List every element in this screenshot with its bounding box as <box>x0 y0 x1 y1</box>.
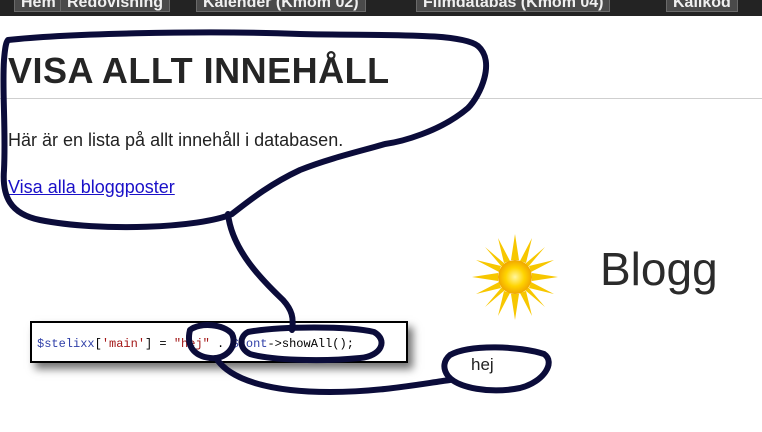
code-string-hej: "hej" <box>173 337 210 351</box>
code-key: 'main' <box>101 337 146 351</box>
sun-icon <box>472 234 558 320</box>
code-var-stelixx: $stelixx <box>37 337 95 351</box>
code-bracket-open: [ <box>94 337 102 351</box>
nav-tab-filmdatabas[interactable]: Filmdatabas (Kmom 04) <box>416 0 611 12</box>
code-concat: . <box>209 337 232 351</box>
page-title: VISA ALLT INNEHÅLL <box>8 50 390 91</box>
top-nav-bar: Hem Redovisning Kalender (Kmom 02) Filmd… <box>0 0 762 16</box>
code-var-cont: $cont <box>231 337 268 351</box>
nav-tab-kalender[interactable]: Kalender (Kmom 02) <box>196 0 366 12</box>
output-hej: hej <box>471 355 494 374</box>
code-method-call: ->showAll(); <box>267 337 354 351</box>
code-snippet: $stelixx['main'] = "hej" . $cont->showAl… <box>30 321 408 363</box>
nav-tab-kallkod[interactable]: Källkod <box>666 0 738 12</box>
code-assign: ] = <box>145 337 174 351</box>
nav-tab-redovisning[interactable]: Redovisning <box>60 0 171 12</box>
blogg-heading: Blogg <box>600 243 718 295</box>
divider <box>0 98 762 99</box>
nav-tab-hem[interactable]: Hem <box>14 0 63 12</box>
show-all-blogposts-link[interactable]: Visa alla bloggposter <box>8 177 175 198</box>
intro-text: Här är en lista på allt innehåll i datab… <box>8 130 344 150</box>
